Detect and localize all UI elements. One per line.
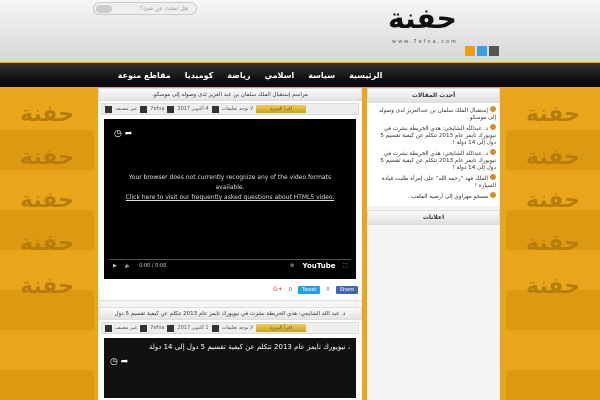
nav-comedy[interactable]: كوميديا: [185, 71, 214, 80]
background-pattern-left: حفنة حفنة حفنة حفنة حفنة: [0, 90, 94, 400]
video-player[interactable]: ◷ ➦ Your browser does not currently reco…: [104, 119, 356, 279]
video-faq-link[interactable]: Click here to visit our frequently asked…: [126, 194, 335, 201]
calendar-icon: [167, 324, 175, 332]
post-category[interactable]: غير مصنف: [115, 325, 137, 331]
comments-icon: [211, 105, 219, 113]
category-icon: [105, 105, 112, 113]
facebook-share-button[interactable]: Share: [335, 285, 358, 294]
nav-home[interactable]: الرئيسية: [349, 71, 382, 80]
post-category[interactable]: غير مصنف: [115, 106, 137, 112]
post-meta: غير مصنف 7efna 4 أكتوبر 2017 لا توجد تعل…: [101, 103, 359, 115]
recent-post-item[interactable]: إستقبال الملك سلمان بن عبدالعزيز لدى وصو…: [371, 106, 496, 122]
recent-post-item[interactable]: د. عبدالله الشايجي: هذي الخريطة نشرت في …: [371, 149, 496, 172]
author-icon: [140, 324, 148, 332]
site-logo[interactable]: حفنة www.7efna.com: [388, 2, 498, 45]
user-icon[interactable]: [489, 46, 499, 56]
volume-icon[interactable]: 🔈: [125, 263, 131, 269]
ads-title: اعلانات: [367, 210, 500, 225]
nav-sports[interactable]: رياضة: [227, 71, 250, 80]
play-icon[interactable]: ▶: [113, 263, 117, 269]
nav-politics[interactable]: سياسة: [308, 71, 335, 80]
video-time: 0:00 / 0:00: [139, 262, 167, 269]
post-title[interactable]: مراسم إستقبال الملك سلمان بن عبد العزيز …: [98, 88, 362, 101]
social-links: [465, 46, 499, 56]
comments-icon: [211, 324, 219, 332]
recent-posts-list: إستقبال الملك سلمان بن عبدالعزيز لدى وصو…: [367, 103, 500, 206]
author-icon: [140, 105, 148, 113]
post-comments[interactable]: لا توجد تعليقات: [222, 325, 253, 331]
twitter-icon[interactable]: [477, 46, 487, 56]
settings-icon[interactable]: ⚙: [290, 263, 294, 269]
rss-icon[interactable]: [465, 46, 475, 56]
gplus-button[interactable]: G+: [273, 286, 283, 293]
video-player[interactable]: ، نيويورك تايمز عام 2013 تتكلم عن كيفية …: [104, 338, 356, 398]
post-title[interactable]: د. عبد الله الشايجي: هذي الخريطة نشرت في…: [98, 307, 362, 320]
video-title[interactable]: ، نيويورك تايمز عام 2013 تتكلم عن كيفية …: [110, 343, 350, 351]
post-author[interactable]: 7efna: [150, 325, 164, 331]
recent-post-item[interactable]: مسجو مهراوي إلى أرضيه الملعب .: [371, 192, 496, 201]
header: هل تبحث عن شئ؟ حفنة www.7efna.com: [0, 0, 600, 62]
search-button[interactable]: [96, 5, 112, 13]
tweet-button[interactable]: Tweet: [297, 285, 321, 294]
calendar-icon: [167, 105, 175, 113]
fullscreen-icon[interactable]: ⛶: [343, 263, 347, 269]
main-content: مراسم إستقبال الملك سلمان بن عبد العزيز …: [98, 88, 362, 400]
youtube-logo[interactable]: YouTube: [303, 262, 336, 270]
tweet-count: 0: [288, 286, 292, 293]
nav-islamic[interactable]: اسلامي: [264, 71, 294, 80]
post-date: 1 أكتوبر 2017: [177, 325, 209, 331]
post-comments[interactable]: لا توجد تعليقات: [222, 106, 253, 112]
read-more-button[interactable]: اقرأ المزيد: [256, 324, 307, 332]
background-pattern-right: حفنة حفنة حفنة حفنة حفنة: [506, 90, 600, 400]
logo-text: حفنة: [388, 2, 457, 35]
recent-post-item[interactable]: الملك فهد "رحمه الله" على إمرأة طلبت قيا…: [371, 174, 496, 190]
post-date: 4 أكتوبر 2017: [177, 106, 209, 112]
read-more-button[interactable]: اقرأ المزيد: [256, 105, 307, 113]
main-nav: الرئيسية سياسة اسلامي رياضة كوميديا مقاط…: [0, 63, 600, 87]
recent-posts-title: أحدث المقالات: [367, 88, 500, 103]
post-meta: غير مصنف 7efna 1 أكتوبر 2017 لا توجد تعل…: [101, 322, 359, 334]
watch-later-icon[interactable]: ◷ ➦: [114, 129, 132, 139]
recent-post-item[interactable]: د. عبدالله الشايجي: هذي الخريطة نشرت في …: [371, 124, 496, 147]
video-error-message: Your browser does not currently recogniz…: [128, 174, 332, 191]
category-icon: [105, 324, 112, 332]
facebook-count: 0: [326, 286, 330, 293]
nav-misc[interactable]: مقاطع منوعة: [118, 71, 171, 80]
logo-url: www.7efna.com: [392, 39, 458, 45]
post-author[interactable]: 7efna: [150, 106, 164, 112]
sidebar: أحدث المقالات إستقبال الملك سلمان بن عبد…: [367, 88, 500, 400]
share-bar: Share 0 Tweet 0 G+: [98, 279, 362, 301]
watch-later-icon[interactable]: ◷ ➦: [110, 357, 350, 367]
search-input[interactable]: هل تبحث عن شئ؟: [93, 2, 197, 15]
